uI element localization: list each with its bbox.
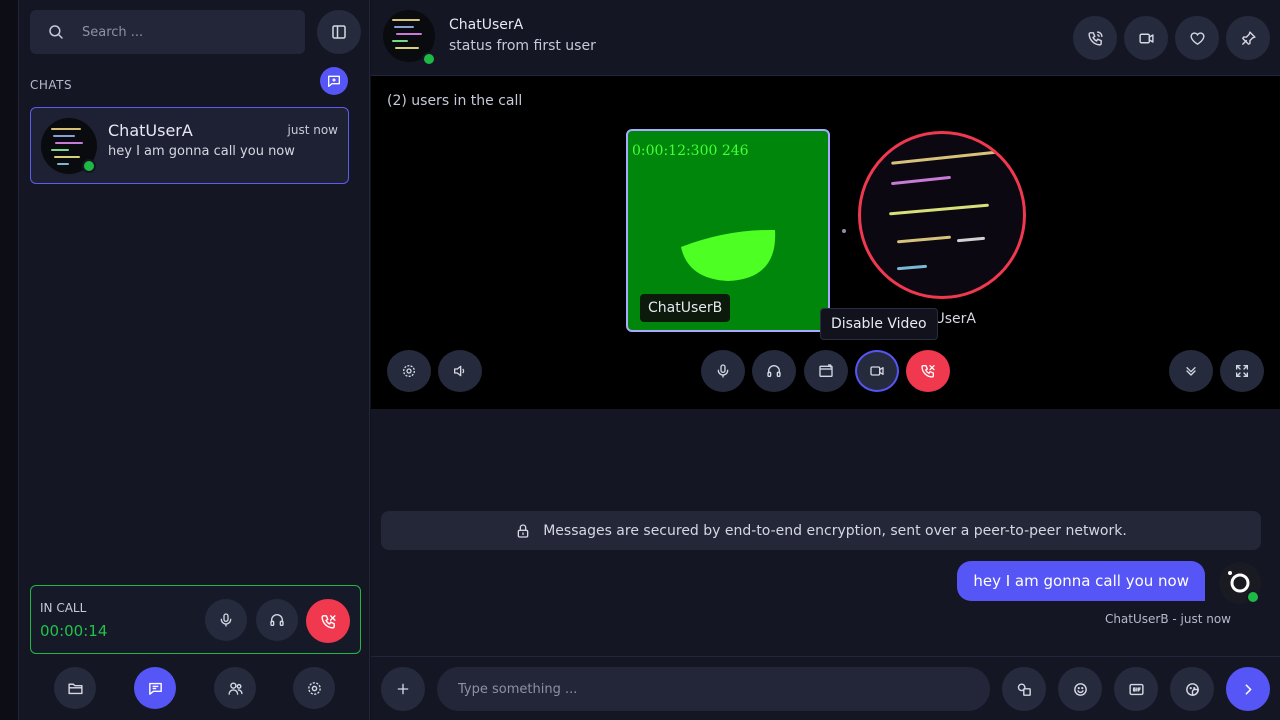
mute-button[interactable] <box>205 599 247 641</box>
headphones-icon <box>269 612 285 628</box>
separator-dot <box>842 229 846 233</box>
end-call-button[interactable] <box>906 350 950 392</box>
video-timestamp: 0:00:12:300 246 <box>632 143 749 159</box>
settings-icon <box>401 363 417 379</box>
chat-time: just now <box>287 123 338 137</box>
header-user-status: status from first user <box>449 38 596 54</box>
new-chat-button[interactable] <box>320 67 348 95</box>
in-call-label: IN CALL <box>40 601 87 615</box>
video-call-button[interactable] <box>1124 16 1168 60</box>
hang-up-button[interactable] <box>306 599 350 643</box>
phone-call-icon <box>1087 30 1104 47</box>
attach-button[interactable] <box>381 667 425 711</box>
chat-name: ChatUserA <box>108 121 193 140</box>
video-tile-chatusera[interactable] <box>858 131 1026 299</box>
call-users-count: (2) users in the call <box>387 93 523 109</box>
sticker-icon <box>1184 681 1201 698</box>
online-status-dot <box>82 159 96 173</box>
video-camera-icon <box>1138 30 1155 47</box>
chat-plus-icon <box>326 73 342 89</box>
pin-icon <box>1240 30 1257 47</box>
collapse-call-button[interactable] <box>1169 350 1213 392</box>
screen-share-icon <box>818 363 834 379</box>
left-rail <box>0 0 19 720</box>
stickers-button[interactable] <box>1002 667 1046 711</box>
message-meta: ChatUserB - just now <box>1104 612 1231 626</box>
shapes-icon <box>1016 681 1033 698</box>
heart-icon <box>1189 30 1206 47</box>
emoji-icon <box>1072 681 1089 698</box>
microphone-icon <box>715 363 731 379</box>
chats-heading: CHATS <box>30 78 73 92</box>
composer <box>371 656 1280 720</box>
phone-off-icon <box>920 363 936 379</box>
message-input-wrapper[interactable] <box>437 667 990 711</box>
users-icon <box>227 680 244 697</box>
sidebar: CHATS ChatUserA just now hey I am gonna … <box>19 0 370 720</box>
deafen-button[interactable] <box>256 599 298 641</box>
favorite-button[interactable] <box>1175 16 1219 60</box>
video-tile-name: ChatUserB <box>640 294 731 322</box>
chat-last-message: hey I am gonna call you now <box>108 144 295 159</box>
chevron-right-icon <box>1240 681 1257 698</box>
chevrons-down-icon <box>1183 363 1199 379</box>
video-camera-icon <box>869 363 885 379</box>
message-input[interactable] <box>458 681 978 697</box>
header-user-name: ChatUserA <box>449 17 524 33</box>
encryption-notice: Messages are secured by end-to-end encry… <box>381 511 1261 550</box>
encryption-text: Messages are secured by end-to-end encry… <box>543 522 1127 539</box>
chat-icon <box>147 680 164 697</box>
nav-files-button[interactable] <box>54 667 96 709</box>
nav-chat-button[interactable] <box>134 667 176 709</box>
call-settings-button[interactable] <box>387 350 431 392</box>
folder-icon <box>67 680 84 697</box>
call-deafen-button[interactable] <box>752 350 796 392</box>
chat-list-item[interactable]: ChatUserA just now hey I am gonna call y… <box>30 107 349 184</box>
call-timer: 00:00:14 <box>40 622 108 640</box>
chat-header: ChatUserA status from first user <box>371 0 1280 76</box>
tooltip: Disable Video <box>820 308 938 340</box>
video-tile-chatuserb[interactable]: 0:00:12:300 246 ChatUserB <box>626 129 830 332</box>
gif-icon <box>1128 681 1145 698</box>
speaker-icon <box>452 363 468 379</box>
lock-icon <box>515 523 531 539</box>
phone-off-icon <box>320 613 337 630</box>
call-mute-button[interactable] <box>701 350 745 392</box>
online-status-dot <box>1246 590 1260 604</box>
online-status-dot <box>422 52 436 66</box>
voice-call-button[interactable] <box>1073 16 1117 60</box>
settings-icon <box>306 680 323 697</box>
main-panel: ChatUserA status from first user (2) use… <box>371 0 1280 720</box>
search-input[interactable] <box>82 24 282 40</box>
nav-friends-button[interactable] <box>214 667 256 709</box>
in-call-panel: IN CALL 00:00:14 <box>30 585 361 654</box>
sidebar-toggle-button[interactable] <box>317 10 361 54</box>
search-box[interactable] <box>30 10 305 54</box>
disable-video-button[interactable] <box>855 350 899 392</box>
pin-button[interactable] <box>1226 16 1270 60</box>
microphone-icon <box>218 612 234 628</box>
emoji-button[interactable] <box>1058 667 1102 711</box>
gif-button[interactable] <box>1114 667 1158 711</box>
sidebar-panel-icon <box>330 23 348 41</box>
call-area: (2) users in the call 0:00:12:300 246 Ch… <box>371 76 1280 409</box>
message-bubble[interactable]: hey I am gonna call you now <box>957 561 1205 601</box>
nav-settings-button[interactable] <box>293 667 335 709</box>
send-button[interactable] <box>1226 667 1270 711</box>
plus-icon <box>395 681 411 697</box>
video-shape <box>681 229 776 281</box>
expand-icon <box>1234 363 1250 379</box>
fullscreen-button[interactable] <box>1220 350 1264 392</box>
headphones-icon <box>766 363 782 379</box>
screen-share-button[interactable] <box>804 350 848 392</box>
sticker-button[interactable] <box>1170 667 1214 711</box>
search-icon <box>30 23 82 41</box>
volume-button[interactable] <box>438 350 482 392</box>
